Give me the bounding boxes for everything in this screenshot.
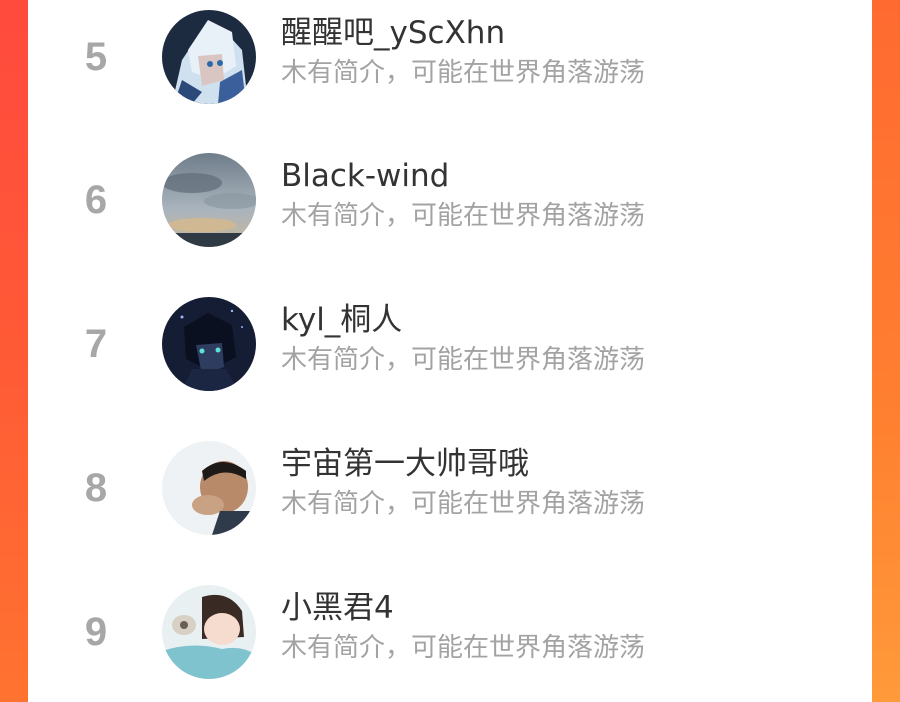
cloudy-sky-avatar-icon <box>162 153 256 247</box>
anime-dark-night-avatar-icon <box>162 297 256 391</box>
ranking-row[interactable]: 8 宇宙第一大帅哥哦 木有简介，可能在世界角落游荡 <box>28 431 872 551</box>
ranking-row[interactable]: 9 小黑君4 木有简介，可能在世界角落游荡 <box>28 575 872 695</box>
user-bio: 木有简介，可能在世界角落游荡 <box>281 201 646 231</box>
user-name[interactable]: 醒醒吧_yScXhn <box>281 14 505 52</box>
rank-number: 6 <box>84 178 108 222</box>
user-bio: 木有简介，可能在世界角落游荡 <box>281 633 646 663</box>
boy-photo-avatar-icon <box>162 441 256 535</box>
anime-girl-sleeping-avatar-icon <box>162 585 256 679</box>
user-bio: 木有简介，可能在世界角落游荡 <box>281 58 646 88</box>
user-avatar[interactable] <box>162 585 256 679</box>
user-name[interactable]: Black-wind <box>281 157 449 195</box>
user-name[interactable]: 小黑君4 <box>281 589 394 627</box>
user-name[interactable]: kyl_桐人 <box>281 301 402 339</box>
user-avatar[interactable] <box>162 10 256 104</box>
rank-number: 8 <box>84 466 108 510</box>
user-bio: 木有简介，可能在世界角落游荡 <box>281 345 646 375</box>
ranking-panel: 5 醒醒吧_yScXhn 木有简介，可能在世界角落游荡 6 Black-wind… <box>28 0 872 702</box>
background-gradient-edge <box>872 0 900 702</box>
anime-silver-hair-avatar-icon <box>162 10 256 104</box>
user-name[interactable]: 宇宙第一大帅哥哦 <box>281 445 529 483</box>
rank-number: 7 <box>84 322 108 366</box>
ranking-row[interactable]: 7 kyl_桐人 木有简介，可能在世界角落游荡 <box>28 287 872 407</box>
user-avatar[interactable] <box>162 297 256 391</box>
ranking-row[interactable]: 6 Black-wind 木有简介，可能在世界角落游荡 <box>28 143 872 263</box>
rank-number: 5 <box>84 35 108 79</box>
user-avatar[interactable] <box>162 153 256 247</box>
ranking-row[interactable]: 5 醒醒吧_yScXhn 木有简介，可能在世界角落游荡 <box>28 0 872 120</box>
rank-number: 9 <box>84 610 108 654</box>
user-avatar[interactable] <box>162 441 256 535</box>
user-bio: 木有简介，可能在世界角落游荡 <box>281 489 646 519</box>
